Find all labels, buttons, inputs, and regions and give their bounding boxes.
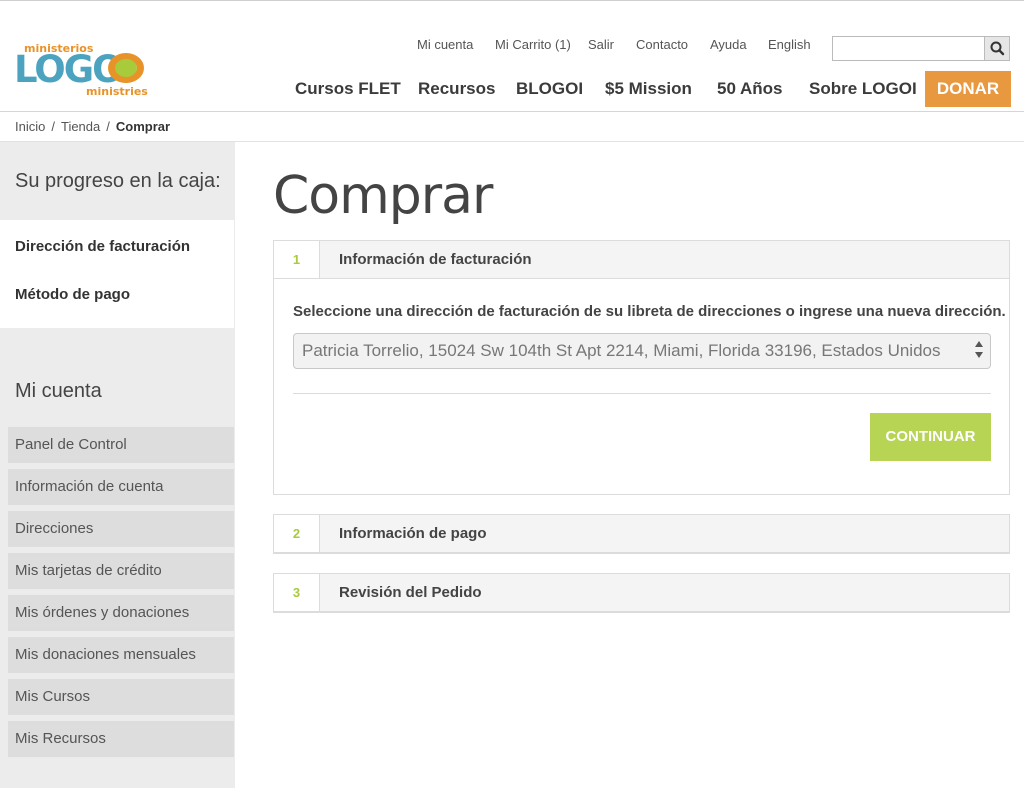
- nav-cursos-flet[interactable]: Cursos FLET: [295, 79, 401, 99]
- account-title: Mi cuenta: [15, 380, 102, 402]
- search-input[interactable]: [833, 37, 985, 60]
- account-item-direcciones[interactable]: Direcciones: [8, 511, 234, 547]
- step-title: Información de pago: [339, 525, 487, 542]
- step-header[interactable]: 1 Información de facturación: [274, 241, 1009, 279]
- util-link-contacto[interactable]: Contacto: [636, 37, 688, 52]
- donate-button[interactable]: DONAR: [925, 71, 1011, 107]
- step-header[interactable]: 2 Información de pago: [274, 515, 1009, 553]
- account-item-cursos[interactable]: Mis Cursos: [8, 679, 234, 715]
- nav-blogoi[interactable]: BLOGOI: [516, 79, 583, 99]
- account-item-info[interactable]: Información de cuenta: [8, 469, 234, 505]
- step-number: 1: [274, 241, 320, 278]
- step-title: Revisión del Pedido: [339, 584, 482, 601]
- select-arrows-icon: [975, 341, 983, 361]
- breadcrumb-separator: /: [51, 119, 55, 134]
- search-button[interactable]: [984, 37, 1009, 60]
- progress-item-billing: Dirección de facturación: [15, 238, 191, 255]
- logo-globe-icon: [115, 59, 137, 77]
- nav-50-anos[interactable]: 50 Años: [717, 79, 783, 99]
- logo-bottom-text: ministries: [86, 85, 148, 98]
- account-item-panel[interactable]: Panel de Control: [8, 427, 234, 463]
- page-title: Comprar: [273, 166, 493, 226]
- nav-5-mission[interactable]: $5 Mission: [605, 79, 692, 99]
- util-link-mi-cuenta[interactable]: Mi cuenta: [417, 37, 473, 52]
- util-link-english[interactable]: English: [768, 37, 811, 52]
- account-item-tarjetas[interactable]: Mis tarjetas de crédito: [8, 553, 234, 589]
- selected-address: Patricia Torrelio, 15024 Sw 104th St Apt…: [302, 341, 941, 360]
- step-header[interactable]: 3 Revisión del Pedido: [274, 574, 1009, 612]
- divider: [293, 393, 991, 394]
- step-number: 2: [274, 515, 320, 552]
- util-link-carrito[interactable]: Mi Carrito (1): [495, 37, 571, 52]
- progress-item-payment: Método de pago: [15, 286, 130, 303]
- progress-title: Su progreso en la caja:: [15, 170, 221, 192]
- nav-sobre-logoi[interactable]: Sobre LOGOI: [809, 79, 917, 99]
- nav-recursos[interactable]: Recursos: [418, 79, 495, 99]
- breadcrumb-current: Comprar: [115, 119, 171, 134]
- search-box: [832, 36, 1010, 61]
- continue-button[interactable]: CONTINUAR: [870, 413, 991, 461]
- checkout-step-payment: 2 Información de pago: [273, 514, 1010, 554]
- step-title: Información de facturación: [339, 251, 532, 268]
- progress-box: Dirección de facturación Método de pago: [0, 220, 234, 328]
- util-link-ayuda[interactable]: Ayuda: [710, 37, 747, 52]
- breadcrumb-inicio[interactable]: Inicio: [15, 119, 45, 134]
- search-icon: [990, 41, 1005, 56]
- billing-instruction: Seleccione una dirección de facturación …: [293, 303, 1006, 320]
- account-item-recursos[interactable]: Mis Recursos: [8, 721, 234, 757]
- account-item-donaciones[interactable]: Mis donaciones mensuales: [8, 637, 234, 673]
- account-item-ordenes[interactable]: Mis órdenes y donaciones: [8, 595, 234, 631]
- breadcrumb-tienda[interactable]: Tienda: [61, 119, 100, 134]
- breadcrumb-separator: /: [106, 119, 110, 134]
- util-link-salir[interactable]: Salir: [588, 37, 614, 52]
- site-header: ministerios LOGOI ministries Mi cuenta M…: [0, 1, 1024, 112]
- checkout-step-review: 3 Revisión del Pedido: [273, 573, 1010, 613]
- breadcrumb: Inicio / Tienda / Comprar: [15, 119, 170, 134]
- billing-address-select[interactable]: Patricia Torrelio, 15024 Sw 104th St Apt…: [293, 333, 991, 369]
- logoi-logo[interactable]: ministerios LOGOI ministries: [14, 41, 154, 101]
- checkout-step-billing: 1 Información de facturación Seleccione …: [273, 240, 1010, 495]
- step-number: 3: [274, 574, 320, 611]
